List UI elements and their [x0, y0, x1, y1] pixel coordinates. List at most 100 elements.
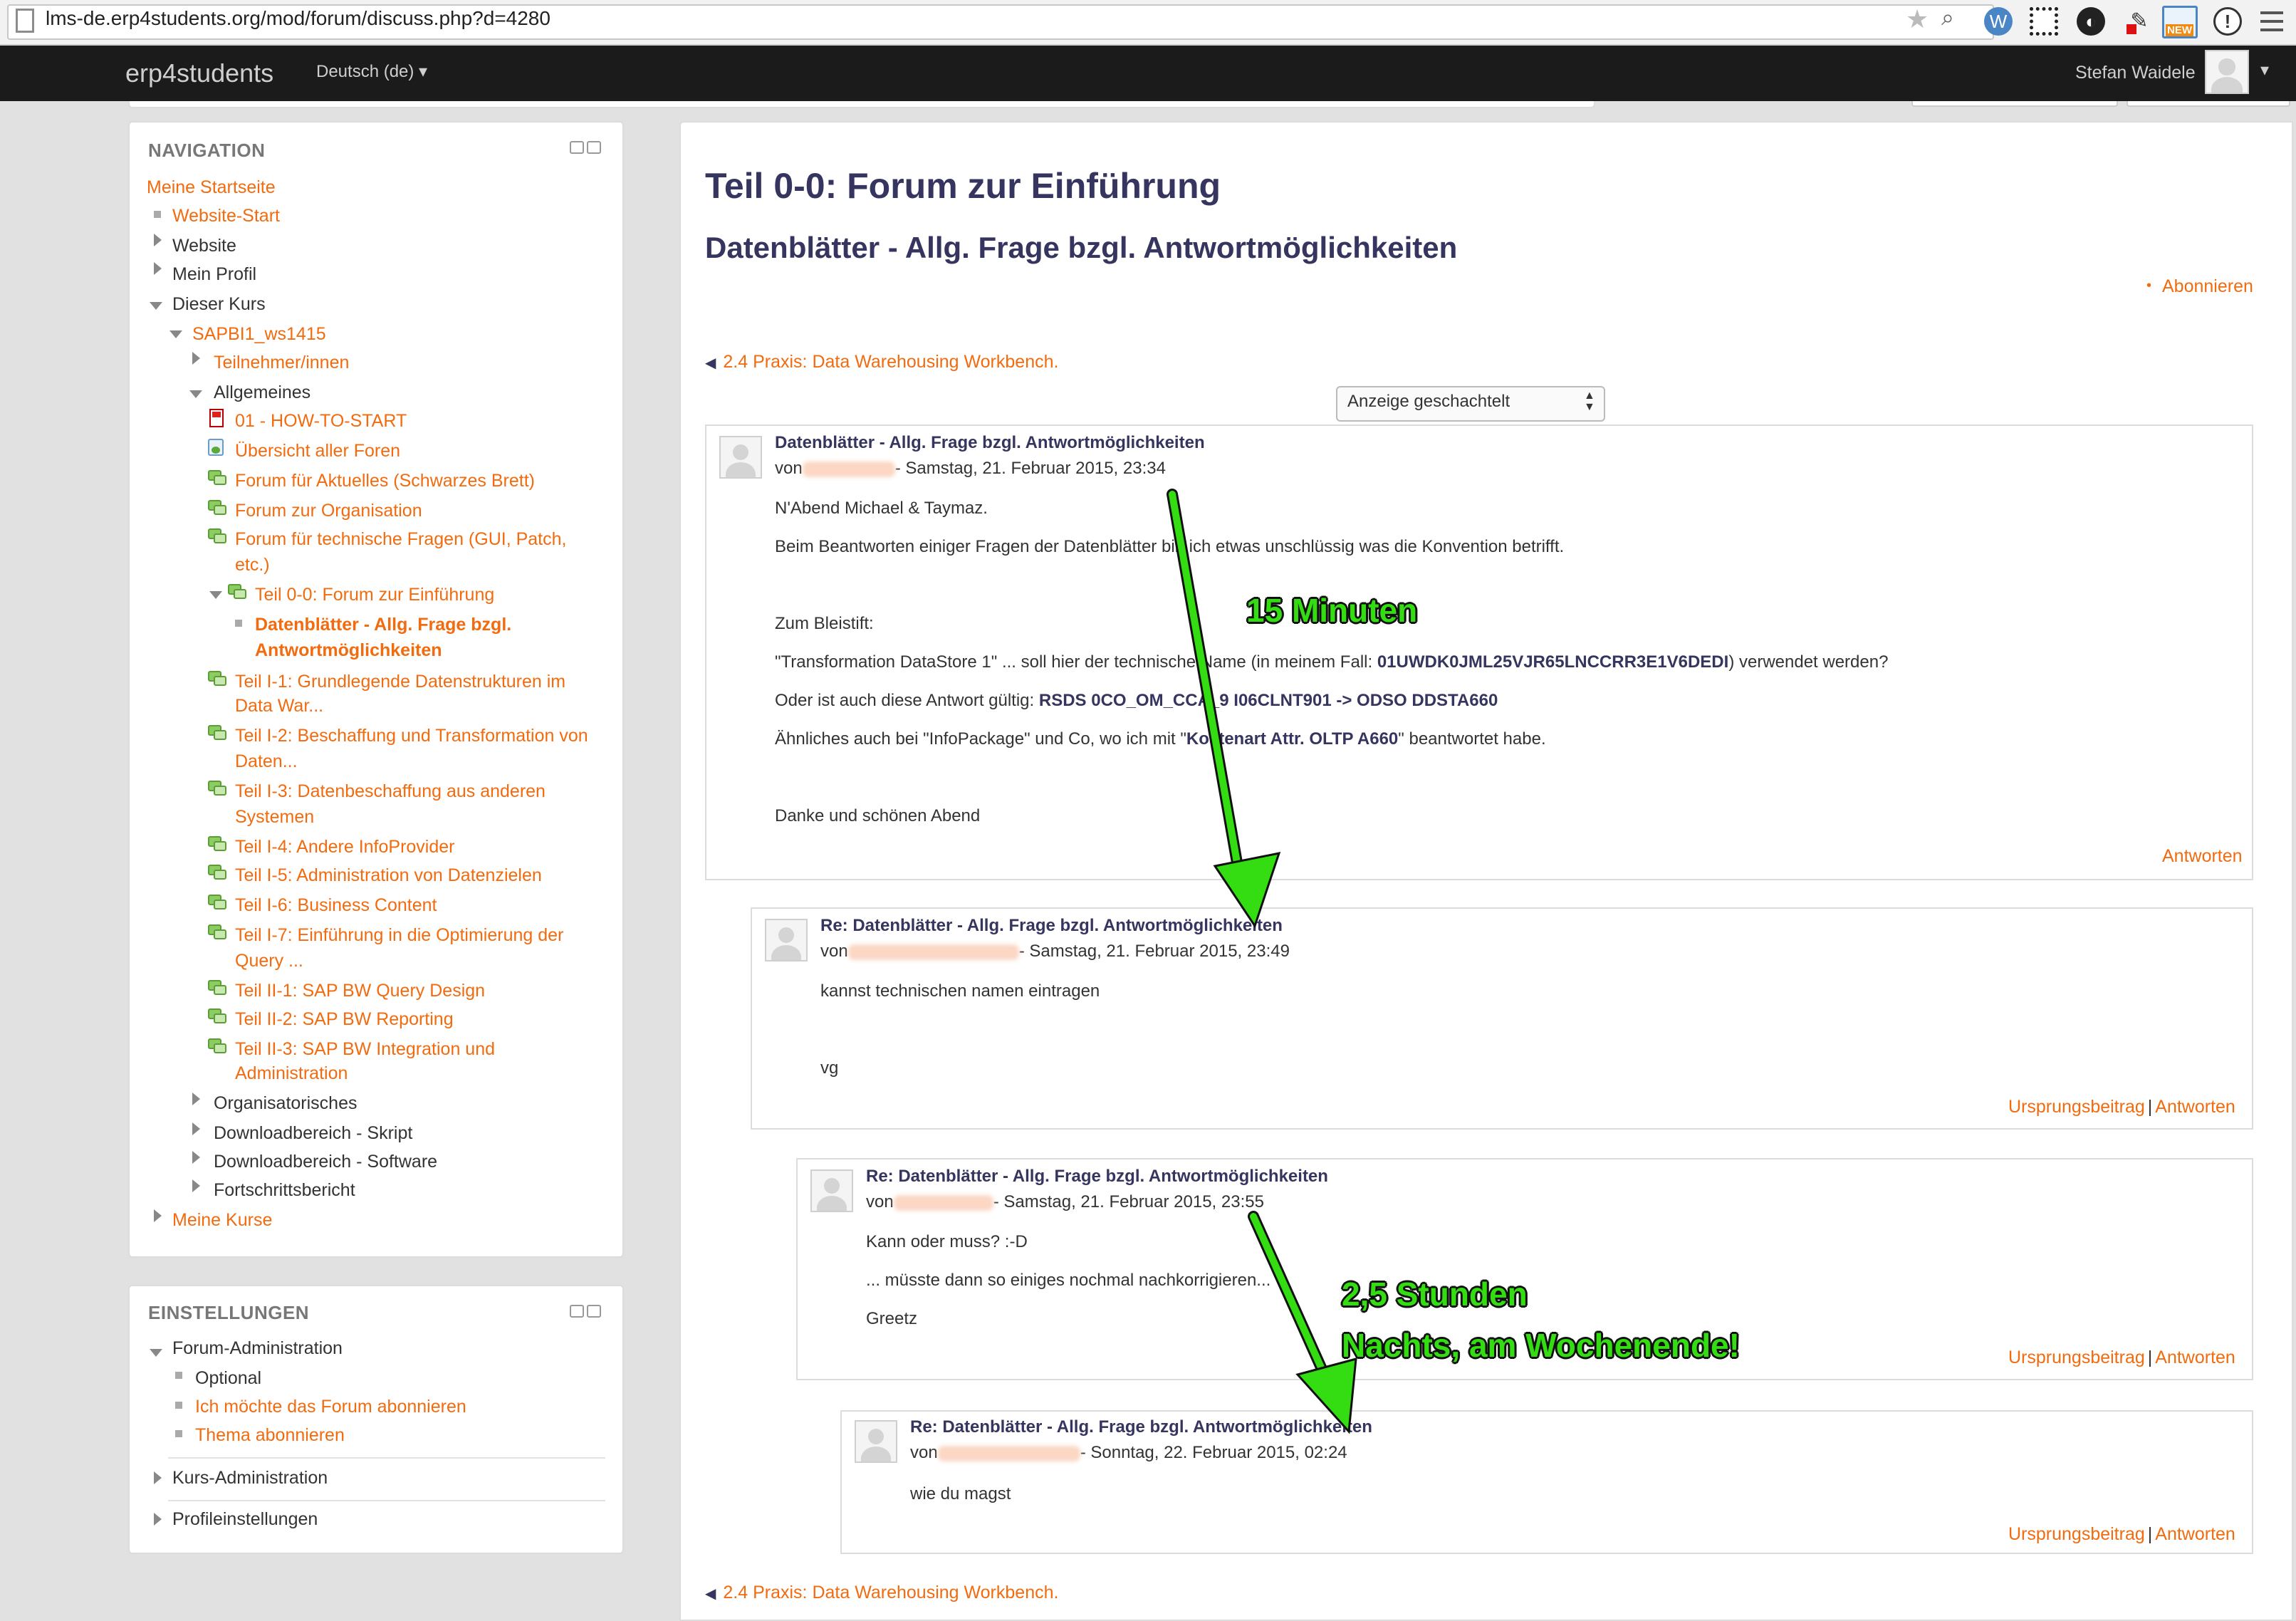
nav-teil-i2-cont[interactable]: Daten... [235, 749, 298, 773]
nav-organisatorisches[interactable]: Organisatorisches [214, 1091, 357, 1115]
nav-current-discussion[interactable]: Datenblätter - Allg. Frage bzgl. [255, 613, 511, 637]
expand-icon[interactable] [154, 234, 162, 246]
forum-icon [208, 725, 226, 741]
avatar[interactable] [719, 436, 762, 479]
nav-teil00[interactable]: Teil 0-0: Forum zur Einführung [255, 583, 494, 607]
settings-profile[interactable]: Profileinstellungen [172, 1507, 318, 1531]
settings-subscribe-forum[interactable]: Ich möchte das Forum abonnieren [195, 1395, 466, 1419]
hide-block-icon[interactable] [570, 1305, 584, 1318]
new-badge-icon[interactable]: NEW [2162, 6, 2198, 38]
avatar[interactable] [810, 1169, 853, 1212]
parent-link[interactable]: Ursprungsbeitrag [2008, 1524, 2145, 1544]
user-menu-caret-icon[interactable]: ▾ [2260, 60, 2269, 80]
settings-forum-admin[interactable]: Forum-Administration [172, 1336, 343, 1360]
language-menu[interactable]: Deutsch (de) ▾ [316, 61, 427, 82]
nav-how-to-start[interactable]: 01 - HOW-TO-START [235, 409, 407, 433]
nav-teil-ii3[interactable]: Teil II-3: SAP BW Integration und [235, 1037, 495, 1061]
divider [168, 1457, 605, 1459]
nav-all-forums[interactable]: Übersicht aller Foren [235, 439, 400, 463]
nav-general[interactable]: Allgemeines [214, 380, 311, 405]
nav-teil-i5[interactable]: Teil I-5: Administration von Datenzielen [235, 863, 542, 887]
nav-teil-i3[interactable]: Teil I-3: Datenbeschaffung aus anderen [235, 779, 546, 803]
nav-teil-i7[interactable]: Teil I-7: Einführung in die Optimierung … [235, 923, 563, 947]
collapse-icon[interactable] [209, 591, 222, 599]
nav-teil-i1[interactable]: Teil I-1: Grundlegende Datenstrukturen i… [235, 669, 565, 694]
reply-link[interactable]: Antworten [2155, 1348, 2235, 1367]
expand-icon[interactable] [192, 1093, 200, 1105]
nav-teil-i2[interactable]: Teil I-2: Beschaffung und Transformation… [235, 724, 588, 748]
avatar[interactable] [765, 919, 808, 961]
collapse-icon[interactable] [150, 1349, 162, 1357]
settings-title: EINSTELLUNGEN [148, 1302, 310, 1323]
settings-subscribe-topic[interactable]: Thema abonnieren [195, 1423, 345, 1447]
nav-teil-i6[interactable]: Teil I-6: Business Content [235, 893, 437, 917]
nav-teil-ii2[interactable]: Teil II-2: SAP BW Reporting [235, 1007, 454, 1031]
expand-icon[interactable] [154, 1209, 162, 1222]
nav-forum-org[interactable]: Forum zur Organisation [235, 499, 422, 523]
prev-discussion-link[interactable]: ◀ 2.4 Praxis: Data Warehousing Workbench. [705, 352, 1058, 372]
header-button[interactable] [1911, 101, 2118, 107]
nav-forum-news[interactable]: Forum für Aktuelles (Schwarzes Brett) [235, 469, 535, 493]
settings-course-admin[interactable]: Kurs-Administration [172, 1466, 328, 1490]
hide-block-icon[interactable] [570, 141, 584, 154]
parent-link[interactable]: Ursprungsbeitrag [2008, 1348, 2145, 1367]
nav-teil-i1-cont[interactable]: Data War... [235, 694, 323, 718]
info-icon[interactable]: ! [2213, 7, 2242, 36]
post-text: kannst technischen namen eintragen [820, 981, 1100, 1001]
expand-icon[interactable] [154, 1513, 162, 1526]
user-name[interactable]: Stefan Waidele [2075, 63, 2196, 83]
qr-code-icon[interactable] [2030, 7, 2058, 36]
subscribe-link[interactable]: Abonnieren [2162, 276, 2253, 297]
post-by-label: von [820, 942, 848, 961]
nav-teil-i3-cont[interactable]: Systemen [235, 805, 314, 829]
header-button[interactable] [2127, 101, 2290, 107]
expand-icon[interactable] [192, 1151, 200, 1164]
parent-link[interactable]: Ursprungsbeitrag [2008, 1097, 2145, 1117]
nav-my-profile[interactable]: Mein Profil [172, 262, 256, 286]
collapse-icon[interactable] [150, 302, 162, 310]
post-byline: von - Samstag, 21. Februar 2015, 23:49 [820, 942, 1290, 961]
expand-icon[interactable] [154, 262, 162, 275]
reply-link[interactable]: Antworten [2155, 1097, 2235, 1117]
expand-icon[interactable] [192, 352, 200, 365]
avatar[interactable] [855, 1420, 897, 1463]
dock-block-icon[interactable] [587, 1305, 601, 1318]
collapse-icon[interactable] [169, 330, 182, 338]
settings-optional[interactable]: Optional [195, 1366, 261, 1390]
expand-icon[interactable] [154, 1471, 162, 1484]
nav-teil-i4[interactable]: Teil I-4: Andere InfoProvider [235, 835, 455, 859]
nav-forum-tech[interactable]: Forum für technische Fragen (GUI, Patch, [235, 527, 566, 551]
prev-discussion-link[interactable]: ◀ 2.4 Praxis: Data Warehousing Workbench. [705, 1583, 1058, 1603]
site-brand[interactable]: erp4students [125, 58, 273, 88]
dock-block-icon[interactable] [587, 141, 601, 154]
nav-site-start[interactable]: Website-Start [172, 204, 280, 228]
collapse-icon[interactable] [189, 390, 202, 398]
menu-icon[interactable] [2255, 6, 2289, 37]
nav-teil-ii3-cont[interactable]: Administration [235, 1061, 348, 1085]
nav-teil-i7-cont[interactable]: Query ... [235, 949, 303, 973]
reply-link[interactable]: Antworten [2162, 846, 2243, 867]
wordpress-icon[interactable]: W [1984, 7, 2013, 36]
expand-icon[interactable] [192, 1122, 200, 1135]
nav-download-script[interactable]: Downloadbereich - Skript [214, 1121, 412, 1145]
nav-current-discussion-cont[interactable]: Antwortmöglichkeiten [255, 638, 442, 662]
color-picker-icon[interactable]: ◐ [2077, 7, 2105, 36]
nav-course[interactable]: SAPBI1_ws1415 [192, 322, 326, 346]
nav-my-home[interactable]: Meine Startseite [147, 175, 276, 199]
nav-this-course[interactable]: Dieser Kurs [172, 292, 266, 316]
nav-progress[interactable]: Fortschrittsbericht [214, 1178, 355, 1202]
nav-participants[interactable]: Teilnehmer/innen [214, 350, 349, 375]
search-icon[interactable]: ⌕ [1941, 4, 1954, 31]
nav-my-courses[interactable]: Meine Kurse [172, 1208, 272, 1232]
expand-icon[interactable] [192, 1179, 200, 1192]
nav-website[interactable]: Website [172, 234, 236, 258]
nav-download-software[interactable]: Downloadbereich - Software [214, 1150, 437, 1174]
reply-link[interactable]: Antworten [2155, 1524, 2235, 1544]
avatar[interactable] [2205, 50, 2249, 94]
bookmark-star-icon[interactable]: ★ [1906, 4, 1929, 34]
select-arrows-icon: ▲ ▼ [1584, 390, 1595, 413]
post-date: - Samstag, 21. Februar 2015, 23:55 [993, 1192, 1264, 1211]
nav-teil-ii1[interactable]: Teil II-1: SAP BW Query Design [235, 979, 485, 1003]
url-text[interactable]: lms-de.erp4students.org/mod/forum/discus… [46, 7, 550, 30]
nav-forum-tech-cont[interactable]: etc.) [235, 553, 270, 577]
